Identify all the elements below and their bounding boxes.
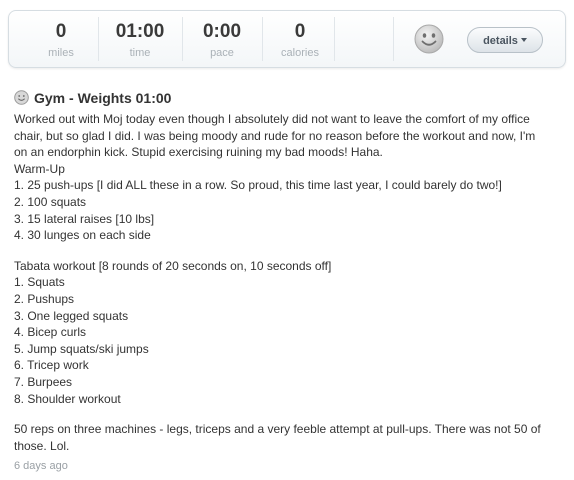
stat-divider <box>182 17 183 61</box>
stat-calories-label: calories <box>281 47 319 59</box>
stat-pace: 0:00 pace <box>187 11 257 67</box>
stat-miles-label: miles <box>48 47 74 59</box>
stat-miles-value: 0 <box>55 21 67 42</box>
entry-body: Worked out with Moj today even though I … <box>14 111 570 454</box>
body-line: those. Lol. <box>14 438 70 453</box>
details-button-label: details <box>483 35 518 47</box>
posted-timestamp: 6 days ago <box>14 460 68 472</box>
tabata-item: 2. Pushups <box>14 291 75 306</box>
stat-divider <box>334 17 335 61</box>
stat-time-value: 01:00 <box>115 21 165 42</box>
warmup-item: 1. 25 push-ups [I did ALL these in a row… <box>14 178 502 193</box>
stat-divider <box>262 17 263 61</box>
tabata-item: 3. One legged squats <box>14 308 129 323</box>
stat-divider <box>98 17 99 61</box>
tabata-item: 8. Shoulder workout <box>14 391 121 406</box>
tabata-item: 6. Tricep work <box>14 358 89 373</box>
tabata-item: 4. Bicep curls <box>14 325 87 340</box>
body-line: 50 reps on three machines - legs, tricep… <box>14 422 541 437</box>
stat-pace-value: 0:00 <box>202 21 242 42</box>
warmup-heading: Warm-Up <box>14 161 65 176</box>
small-smiley-icon <box>14 90 29 105</box>
warmup-item: 4. 30 lunges on each side <box>14 228 151 243</box>
stat-pace-label: pace <box>210 47 234 59</box>
body-line: chair, but so glad I did. I was being mo… <box>14 128 536 143</box>
workout-stats-bar: 0 miles 01:00 time 0:00 pace 0 calories … <box>8 10 566 68</box>
tabata-item: 5. Jump squats/ski jumps <box>14 341 149 356</box>
stat-calories: 0 calories <box>265 11 335 67</box>
body-line: on an endorphin kick. Stupid exercising … <box>14 145 383 160</box>
stat-time: 01:00 time <box>103 11 177 67</box>
stat-time-label: time <box>129 47 151 59</box>
details-button[interactable]: details <box>467 27 543 53</box>
tabata-item: 7. Burpees <box>14 374 73 389</box>
stat-miles: 0 miles <box>30 11 92 67</box>
stat-calories-value: 0 <box>294 21 306 42</box>
warmup-item: 2. 100 squats <box>14 194 87 209</box>
warmup-item: 3. 15 lateral raises [10 lbs] <box>14 211 155 226</box>
caret-down-icon <box>520 38 527 43</box>
entry-title: Gym - Weights 01:00 <box>34 90 172 106</box>
tabata-heading: Tabata workout [8 rounds of 20 seconds o… <box>14 258 332 273</box>
smiley-face-icon <box>414 24 444 54</box>
stat-divider <box>393 17 394 61</box>
tabata-item: 1. Squats <box>14 275 65 290</box>
body-line: Worked out with Moj today even though I … <box>14 112 530 126</box>
